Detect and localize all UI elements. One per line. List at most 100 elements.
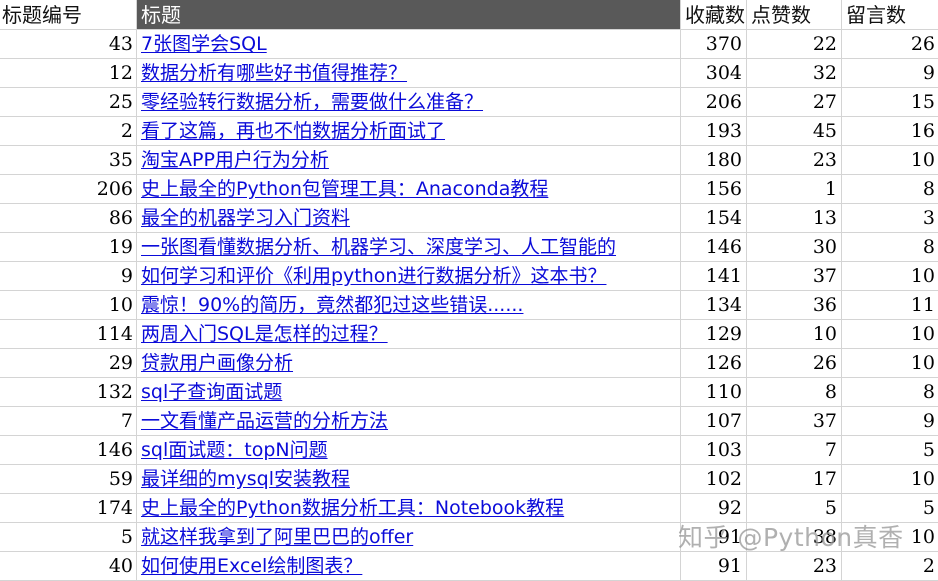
cell-title[interactable]: 7张图学会SQL bbox=[137, 30, 681, 58]
cell-title[interactable]: 看了这篇，再也不怕数据分析面试了 bbox=[137, 117, 681, 145]
cell-likes[interactable]: 7 bbox=[747, 436, 842, 464]
cell-id[interactable]: 29 bbox=[0, 349, 137, 377]
cell-comments[interactable]: 9 bbox=[842, 59, 938, 87]
cell-favorites[interactable]: 103 bbox=[681, 436, 747, 464]
cell-favorites[interactable]: 91 bbox=[681, 552, 747, 580]
cell-likes[interactable]: 37 bbox=[747, 407, 842, 435]
cell-comments[interactable]: 26 bbox=[842, 30, 938, 58]
cell-id[interactable]: 35 bbox=[0, 146, 137, 174]
cell-id[interactable]: 19 bbox=[0, 233, 137, 261]
cell-favorites[interactable]: 193 bbox=[681, 117, 747, 145]
cell-title[interactable]: 史上最全的Python包管理工具：Anaconda教程 bbox=[137, 175, 681, 203]
cell-comments[interactable]: 10 bbox=[842, 349, 938, 377]
cell-favorites[interactable]: 180 bbox=[681, 146, 747, 174]
cell-id[interactable]: 10 bbox=[0, 291, 137, 319]
title-link[interactable]: 7张图学会SQL bbox=[141, 33, 267, 55]
cell-likes[interactable]: 38 bbox=[747, 523, 842, 551]
header-favorites[interactable]: 收藏数 bbox=[681, 0, 747, 29]
title-link[interactable]: 一张图看懂数据分析、机器学习、深度学习、人工智能的 bbox=[141, 236, 616, 258]
cell-likes[interactable]: 10 bbox=[747, 320, 842, 348]
cell-title[interactable]: 一张图看懂数据分析、机器学习、深度学习、人工智能的 bbox=[137, 233, 681, 261]
cell-likes[interactable]: 27 bbox=[747, 88, 842, 116]
cell-favorites[interactable]: 146 bbox=[681, 233, 747, 261]
cell-title[interactable]: 淘宝APP用户行为分析 bbox=[137, 146, 681, 174]
cell-favorites[interactable]: 91 bbox=[681, 523, 747, 551]
cell-comments[interactable]: 10 bbox=[842, 146, 938, 174]
cell-comments[interactable]: 16 bbox=[842, 117, 938, 145]
title-link[interactable]: 贷款用户画像分析 bbox=[141, 352, 293, 374]
cell-id[interactable]: 132 bbox=[0, 378, 137, 406]
cell-id[interactable]: 86 bbox=[0, 204, 137, 232]
cell-likes[interactable]: 23 bbox=[747, 552, 842, 580]
cell-comments[interactable]: 8 bbox=[842, 233, 938, 261]
cell-comments[interactable]: 10 bbox=[842, 523, 938, 551]
title-link[interactable]: 震惊！90%的简历，竟然都犯过这些错误...... bbox=[141, 294, 523, 316]
cell-favorites[interactable]: 102 bbox=[681, 465, 747, 493]
cell-title[interactable]: 史上最全的Python数据分析工具：Notebook教程 bbox=[137, 494, 681, 522]
header-title[interactable]: 标题 bbox=[137, 0, 681, 29]
cell-likes[interactable]: 30 bbox=[747, 233, 842, 261]
title-link[interactable]: 一文看懂产品运营的分析方法 bbox=[141, 410, 388, 432]
cell-likes[interactable]: 36 bbox=[747, 291, 842, 319]
cell-id[interactable]: 2 bbox=[0, 117, 137, 145]
cell-favorites[interactable]: 92 bbox=[681, 494, 747, 522]
cell-favorites[interactable]: 107 bbox=[681, 407, 747, 435]
cell-title[interactable]: 就这样我拿到了阿里巴巴的offer bbox=[137, 523, 681, 551]
header-comments[interactable]: 留言数 bbox=[842, 0, 938, 29]
title-link[interactable]: 淘宝APP用户行为分析 bbox=[141, 149, 329, 171]
cell-favorites[interactable]: 370 bbox=[681, 30, 747, 58]
cell-comments[interactable]: 15 bbox=[842, 88, 938, 116]
cell-likes[interactable]: 5 bbox=[747, 494, 842, 522]
cell-id[interactable]: 206 bbox=[0, 175, 137, 203]
cell-comments[interactable]: 5 bbox=[842, 436, 938, 464]
cell-title[interactable]: 两周入门SQL是怎样的过程？ bbox=[137, 320, 681, 348]
cell-id[interactable]: 5 bbox=[0, 523, 137, 551]
cell-comments[interactable]: 10 bbox=[842, 320, 938, 348]
cell-likes[interactable]: 37 bbox=[747, 262, 842, 290]
title-link[interactable]: 零经验转行数据分析，需要做什么准备？ bbox=[141, 91, 483, 113]
title-link[interactable]: 就这样我拿到了阿里巴巴的offer bbox=[141, 526, 413, 548]
title-link[interactable]: 数据分析有哪些好书值得推荐？ bbox=[141, 62, 407, 84]
cell-title[interactable]: 零经验转行数据分析，需要做什么准备？ bbox=[137, 88, 681, 116]
cell-comments[interactable]: 3 bbox=[842, 204, 938, 232]
cell-favorites[interactable]: 126 bbox=[681, 349, 747, 377]
title-link[interactable]: 最详细的mysql安装教程 bbox=[141, 468, 350, 490]
cell-id[interactable]: 59 bbox=[0, 465, 137, 493]
cell-title[interactable]: 一文看懂产品运营的分析方法 bbox=[137, 407, 681, 435]
title-link[interactable]: 史上最全的Python包管理工具：Anaconda教程 bbox=[141, 178, 548, 200]
cell-id[interactable]: 174 bbox=[0, 494, 137, 522]
cell-comments[interactable]: 10 bbox=[842, 465, 938, 493]
cell-likes[interactable]: 13 bbox=[747, 204, 842, 232]
cell-title[interactable]: sql子查询面试题 bbox=[137, 378, 681, 406]
cell-favorites[interactable]: 129 bbox=[681, 320, 747, 348]
title-link[interactable]: 史上最全的Python数据分析工具：Notebook教程 bbox=[141, 497, 564, 519]
cell-title[interactable]: 最全的机器学习入门资料 bbox=[137, 204, 681, 232]
cell-title[interactable]: 震惊！90%的简历，竟然都犯过这些错误...... bbox=[137, 291, 681, 319]
cell-favorites[interactable]: 154 bbox=[681, 204, 747, 232]
title-link[interactable]: 两周入门SQL是怎样的过程？ bbox=[141, 323, 388, 345]
cell-title[interactable]: sql面试题：topN问题 bbox=[137, 436, 681, 464]
cell-favorites[interactable]: 141 bbox=[681, 262, 747, 290]
cell-likes[interactable]: 22 bbox=[747, 30, 842, 58]
cell-id[interactable]: 40 bbox=[0, 552, 137, 580]
header-id[interactable]: 标题编号 bbox=[0, 0, 137, 29]
cell-favorites[interactable]: 206 bbox=[681, 88, 747, 116]
cell-id[interactable]: 7 bbox=[0, 407, 137, 435]
cell-comments[interactable]: 9 bbox=[842, 407, 938, 435]
cell-favorites[interactable]: 156 bbox=[681, 175, 747, 203]
cell-title[interactable]: 最详细的mysql安装教程 bbox=[137, 465, 681, 493]
cell-likes[interactable]: 32 bbox=[747, 59, 842, 87]
cell-likes[interactable]: 8 bbox=[747, 378, 842, 406]
cell-id[interactable]: 114 bbox=[0, 320, 137, 348]
cell-id[interactable]: 25 bbox=[0, 88, 137, 116]
cell-likes[interactable]: 45 bbox=[747, 117, 842, 145]
cell-id[interactable]: 146 bbox=[0, 436, 137, 464]
cell-comments[interactable]: 2 bbox=[842, 552, 938, 580]
header-likes[interactable]: 点赞数 bbox=[747, 0, 842, 29]
cell-title[interactable]: 贷款用户画像分析 bbox=[137, 349, 681, 377]
cell-likes[interactable]: 23 bbox=[747, 146, 842, 174]
cell-title[interactable]: 如何学习和评价《利用python进行数据分析》这本书？ bbox=[137, 262, 681, 290]
title-link[interactable]: sql面试题：topN问题 bbox=[141, 439, 328, 461]
cell-comments[interactable]: 10 bbox=[842, 262, 938, 290]
cell-id[interactable]: 12 bbox=[0, 59, 137, 87]
